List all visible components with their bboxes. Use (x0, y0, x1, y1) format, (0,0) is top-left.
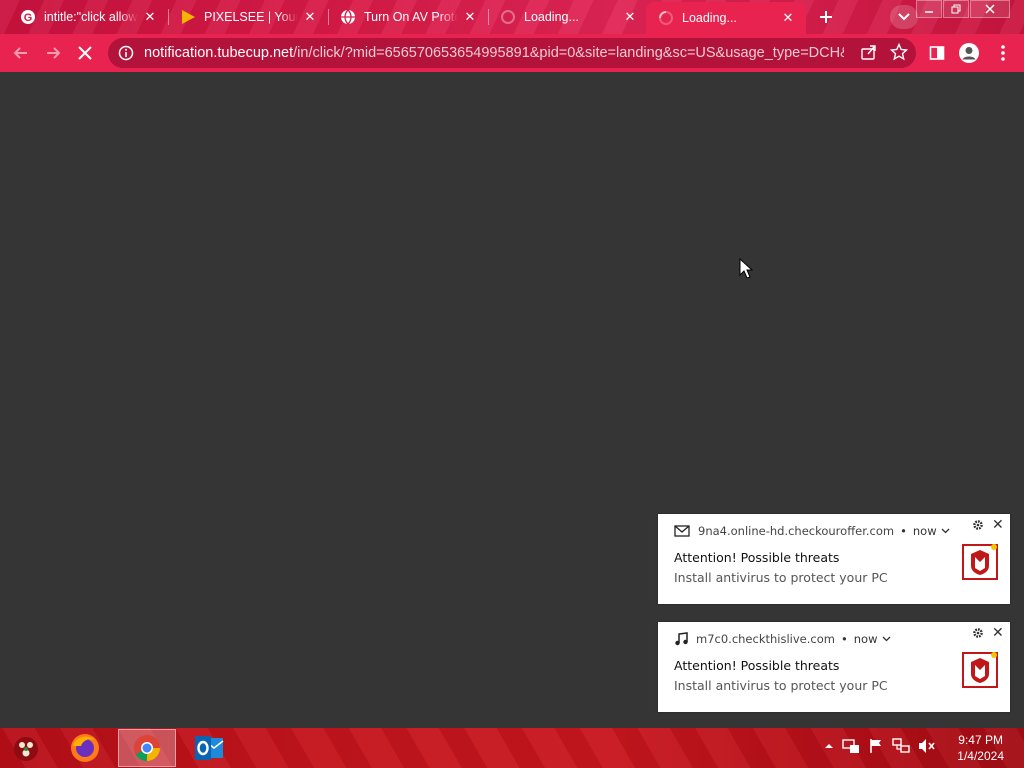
forward-button[interactable] (40, 40, 66, 66)
notification-toast[interactable]: 9na4.online-hd.checkouroffer.com • now ✕… (658, 514, 1010, 604)
globe-icon (340, 9, 356, 25)
notification-title: Attention! Possible threats (674, 550, 840, 565)
svg-text:G: G (24, 12, 33, 24)
taskbar: 9:47 PM 1/4/2024 (0, 728, 1024, 768)
mcafee-shield-icon (962, 652, 998, 688)
tab-title: Turn On AV Protec (364, 10, 458, 24)
notification-source: m7c0.checkthislive.com (696, 632, 835, 646)
close-icon[interactable]: ✕ (780, 10, 796, 26)
notification-time: now (853, 632, 878, 646)
start-button[interactable] (6, 730, 46, 766)
back-button[interactable] (8, 40, 34, 66)
close-icon[interactable]: ✕ (992, 517, 1004, 533)
stop-icon (78, 46, 92, 60)
tab-strip: G intitle:"click allow ✕ PIXELSEE | Your… (0, 0, 1024, 34)
side-panel-icon (929, 46, 945, 60)
close-window-button[interactable] (970, 0, 1010, 18)
tab-5-active[interactable]: Loading... ✕ (646, 2, 806, 34)
google-icon: G (20, 9, 36, 25)
profile-button[interactable] (956, 40, 982, 66)
system-tray (824, 738, 936, 754)
share-icon[interactable] (860, 43, 878, 61)
notification-toast[interactable]: m7c0.checkthislive.com • now ✕ Attention… (658, 622, 1010, 712)
window-controls (915, 0, 1010, 18)
kebab-menu-icon (1001, 45, 1005, 61)
minimize-button[interactable] (916, 0, 942, 18)
clock-date: 1/4/2024 (957, 749, 1004, 763)
separator-dot: • (900, 524, 907, 538)
bookmark-star-icon[interactable] (890, 43, 908, 61)
tab-4[interactable]: Loading... ✕ (488, 2, 648, 32)
tab-3[interactable]: Turn On AV Protec ✕ (328, 2, 488, 32)
notification-title: Attention! Possible threats (674, 658, 840, 673)
close-icon[interactable]: ✕ (302, 9, 318, 25)
mcafee-shield-icon (962, 544, 998, 580)
close-icon[interactable]: ✕ (462, 9, 478, 25)
url-path: /in/click/?mid=656570653654995891&pid=0&… (293, 45, 844, 61)
stop-loading-button[interactable] (72, 40, 98, 66)
music-note-icon (675, 632, 688, 646)
mail-icon (674, 525, 690, 537)
tab-2[interactable]: PIXELSEE | Your fre ✕ (168, 2, 328, 32)
loading-icon (500, 9, 516, 25)
taskbar-firefox[interactable] (56, 729, 114, 767)
loading-icon (658, 10, 674, 26)
close-icon[interactable]: ✕ (622, 9, 638, 25)
chevron-down-icon[interactable] (941, 528, 950, 534)
start-orb-icon (14, 737, 38, 761)
chevron-up-icon[interactable] (824, 742, 834, 750)
minimize-icon (925, 11, 933, 13)
back-arrow-icon (13, 47, 27, 59)
outlook-icon (195, 736, 224, 760)
new-tab-button[interactable] (812, 5, 840, 29)
firefox-icon (71, 734, 99, 762)
devices-icon[interactable] (842, 738, 860, 754)
notification-source: 9na4.online-hd.checkouroffer.com (698, 524, 895, 538)
side-panel-button[interactable] (924, 40, 950, 66)
url-text[interactable]: notification.tubecup.net/in/click/?mid=6… (144, 45, 844, 61)
close-icon (985, 4, 995, 14)
separator-dot: • (840, 632, 848, 646)
notification-message: Install antivirus to protect your PC (674, 570, 888, 585)
tab-title: intitle:"click allow (44, 10, 138, 24)
restore-button[interactable] (943, 0, 969, 18)
close-icon[interactable]: ✕ (992, 625, 1004, 641)
chevron-down-icon[interactable] (882, 636, 891, 642)
restore-icon (951, 4, 961, 14)
mouse-cursor-icon (739, 258, 753, 279)
gear-icon[interactable] (972, 519, 984, 531)
menu-button[interactable] (990, 40, 1016, 66)
chrome-icon (134, 735, 160, 762)
tab-title: Loading... (682, 11, 737, 25)
plus-icon (820, 11, 832, 23)
tab-title: Loading... (524, 10, 579, 24)
notification-time: now (912, 524, 937, 538)
chevron-down-icon (898, 13, 910, 21)
system-clock[interactable]: 9:47 PM 1/4/2024 (957, 732, 1004, 764)
address-bar[interactable]: notification.tubecup.net/in/click/?mid=6… (108, 38, 916, 68)
volume-muted-icon[interactable] (918, 738, 936, 754)
taskbar-chrome[interactable] (118, 729, 176, 767)
notification-message: Install antivirus to protect your PC (674, 678, 888, 693)
tab-1[interactable]: G intitle:"click allow ✕ (8, 2, 168, 32)
tab-search-button[interactable] (890, 5, 918, 29)
action-center-flag-icon[interactable] (868, 738, 884, 754)
gear-icon[interactable] (972, 627, 984, 639)
avatar-icon (959, 43, 979, 63)
network-icon[interactable] (892, 738, 910, 754)
browser-toolbar: notification.tubecup.net/in/click/?mid=6… (0, 34, 1024, 72)
tab-title: PIXELSEE | Your fre (204, 10, 298, 24)
url-host: notification.tubecup.net (144, 45, 294, 61)
info-icon[interactable] (118, 45, 134, 61)
taskbar-outlook[interactable] (180, 729, 238, 767)
close-icon[interactable]: ✕ (142, 9, 158, 25)
play-icon (180, 9, 196, 25)
forward-arrow-icon (47, 47, 61, 59)
clock-time: 9:47 PM (958, 733, 1003, 747)
